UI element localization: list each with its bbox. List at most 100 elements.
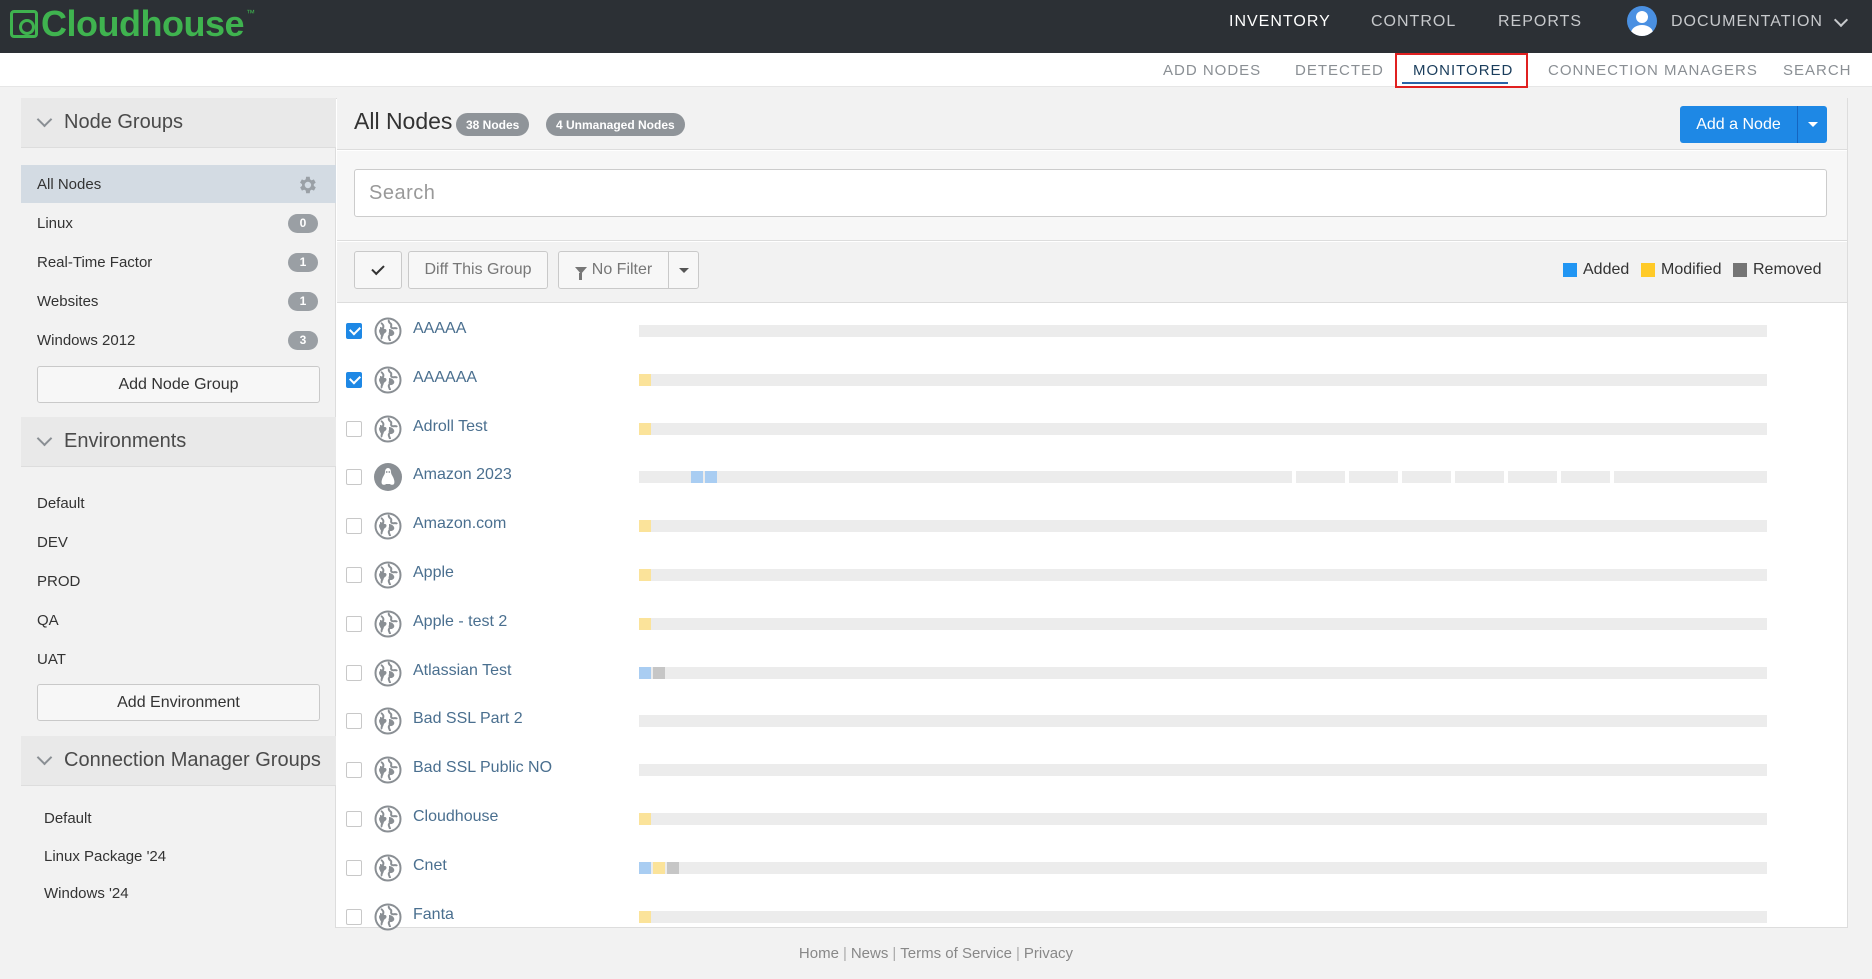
modified-change-marker[interactable] bbox=[653, 861, 665, 874]
cm-group-linux-package-24[interactable]: Linux Package '24 bbox=[21, 837, 336, 875]
node-group-windows-2012[interactable]: Windows 2012 3 bbox=[21, 321, 336, 359]
drift-timeline-bar[interactable] bbox=[639, 373, 1767, 386]
node-checkbox[interactable] bbox=[346, 811, 362, 827]
subnav-search[interactable]: SEARCH bbox=[1783, 53, 1852, 87]
drift-timeline-bar[interactable] bbox=[639, 422, 1767, 435]
unmanaged-nodes-badge[interactable]: 4 Unmanaged Nodes bbox=[546, 113, 685, 136]
subnav-add-nodes[interactable]: ADD NODES bbox=[1163, 53, 1261, 87]
node-name-link[interactable]: Bad SSL Part 2 bbox=[413, 710, 523, 728]
modified-change-marker[interactable] bbox=[639, 520, 651, 533]
node-checkbox[interactable] bbox=[346, 371, 362, 388]
node-checkbox[interactable] bbox=[346, 518, 362, 535]
drift-timeline-bar[interactable] bbox=[639, 569, 1767, 581]
node-name-link[interactable]: Cnet bbox=[413, 857, 447, 875]
node-row[interactable]: Atlassian Test bbox=[337, 648, 1847, 697]
drift-timeline-bar[interactable] bbox=[639, 666, 1767, 679]
added-change-marker[interactable] bbox=[639, 666, 651, 679]
drift-timeline-bar[interactable] bbox=[639, 910, 1767, 923]
node-checkbox[interactable] bbox=[346, 908, 362, 925]
cm-group-windows-24[interactable]: Windows '24 bbox=[21, 874, 336, 912]
node-row[interactable]: Cloudhouse bbox=[337, 794, 1847, 843]
drift-timeline-bar[interactable] bbox=[639, 325, 1767, 337]
no-filter-button[interactable]: No Filter bbox=[558, 251, 669, 289]
node-row[interactable]: Bad SSL Public NO bbox=[337, 745, 1847, 794]
footer-privacy-link[interactable]: Privacy bbox=[1024, 945, 1073, 962]
modified-change-marker[interactable] bbox=[639, 910, 651, 923]
footer-home-link[interactable]: Home bbox=[799, 945, 839, 962]
node-row[interactable]: Amazon 2023 bbox=[337, 452, 1847, 501]
drift-timeline-bar[interactable] bbox=[639, 715, 1767, 728]
subnav-connection-managers[interactable]: CONNECTION MANAGERS bbox=[1548, 53, 1758, 87]
removed-change-marker[interactable] bbox=[653, 666, 665, 679]
modified-change-marker[interactable] bbox=[639, 373, 651, 386]
removed-change-marker[interactable] bbox=[667, 861, 679, 874]
node-checkbox[interactable] bbox=[346, 615, 362, 632]
node-row[interactable]: Apple - test 2 bbox=[337, 599, 1847, 648]
modified-change-marker[interactable] bbox=[639, 569, 651, 581]
add-node-dropdown-icon[interactable] bbox=[1797, 106, 1827, 143]
drift-timeline-bar[interactable] bbox=[639, 764, 1767, 777]
node-row[interactable]: Adroll Test bbox=[337, 404, 1847, 453]
node-groups-header[interactable]: Node Groups bbox=[21, 98, 336, 148]
nav-inventory[interactable]: INVENTORY bbox=[1229, 0, 1331, 44]
environment-default[interactable]: Default bbox=[21, 484, 336, 522]
node-checkbox[interactable] bbox=[346, 469, 362, 486]
connection-manager-groups-header[interactable]: Connection Manager Groups bbox=[21, 736, 336, 786]
node-group-all-nodes[interactable]: All Nodes bbox=[21, 165, 336, 203]
node-name-link[interactable]: Atlassian Test bbox=[413, 662, 511, 680]
drift-timeline-bar[interactable] bbox=[639, 861, 1767, 874]
node-name-link[interactable]: Amazon 2023 bbox=[413, 466, 512, 484]
drift-timeline-bar[interactable] bbox=[639, 471, 1767, 484]
modified-change-marker[interactable] bbox=[639, 617, 651, 630]
node-checkbox[interactable] bbox=[346, 420, 362, 437]
filter-dropdown-button[interactable] bbox=[668, 251, 699, 289]
node-checkbox[interactable] bbox=[346, 567, 362, 583]
environment-prod[interactable]: PROD bbox=[21, 562, 336, 600]
node-name-link[interactable]: Amazon.com bbox=[413, 515, 506, 533]
node-row[interactable]: Amazon.com bbox=[337, 501, 1847, 550]
drift-timeline-bar[interactable] bbox=[639, 520, 1767, 533]
node-row[interactable]: Fanta bbox=[337, 892, 1847, 941]
drift-timeline-bar[interactable] bbox=[639, 813, 1767, 825]
added-change-marker[interactable] bbox=[705, 471, 717, 484]
added-change-marker[interactable] bbox=[639, 861, 651, 874]
node-row[interactable]: AAAAAA bbox=[337, 355, 1847, 404]
environment-dev[interactable]: DEV bbox=[21, 523, 336, 561]
subnav-detected[interactable]: DETECTED bbox=[1295, 53, 1384, 87]
environment-uat[interactable]: UAT bbox=[21, 640, 336, 678]
drift-timeline-bar[interactable] bbox=[639, 617, 1767, 630]
node-group-linux[interactable]: Linux 0 bbox=[21, 204, 336, 242]
node-name-link[interactable]: Bad SSL Public NO bbox=[413, 759, 552, 777]
cloudhouse-logo[interactable]: Cloudhouse ™ bbox=[10, 2, 255, 46]
node-row[interactable]: AAAAA bbox=[337, 306, 1847, 355]
environment-qa[interactable]: QA bbox=[21, 601, 336, 639]
node-checkbox[interactable] bbox=[346, 713, 362, 730]
nav-documentation[interactable]: DOCUMENTATION bbox=[1671, 0, 1823, 44]
node-row[interactable]: Apple bbox=[337, 550, 1847, 599]
modified-change-marker[interactable] bbox=[639, 813, 651, 825]
environments-header[interactable]: Environments bbox=[21, 417, 336, 467]
node-row[interactable]: Cnet bbox=[337, 843, 1847, 892]
node-name-link[interactable]: Apple - test 2 bbox=[413, 613, 507, 631]
node-name-link[interactable]: Adroll Test bbox=[413, 418, 487, 436]
cm-group-default[interactable]: Default bbox=[21, 799, 336, 837]
node-name-link[interactable]: Apple bbox=[413, 564, 454, 582]
add-node-group-button[interactable]: Add Node Group bbox=[37, 366, 320, 403]
modified-change-marker[interactable] bbox=[639, 422, 651, 435]
select-all-button[interactable] bbox=[354, 251, 402, 289]
added-change-marker[interactable] bbox=[691, 471, 703, 484]
node-checkbox[interactable] bbox=[346, 762, 362, 779]
node-name-link[interactable]: Cloudhouse bbox=[413, 808, 498, 826]
user-avatar-icon[interactable] bbox=[1627, 6, 1657, 36]
node-group-real-time-factor[interactable]: Real-Time Factor 1 bbox=[21, 243, 336, 281]
add-environment-button[interactable]: Add Environment bbox=[37, 684, 320, 721]
gear-icon[interactable] bbox=[296, 174, 318, 196]
add-node-button[interactable]: Add a Node bbox=[1680, 116, 1797, 134]
footer-terms-link[interactable]: Terms of Service bbox=[900, 945, 1012, 962]
nav-reports[interactable]: REPORTS bbox=[1498, 0, 1582, 44]
search-input[interactable] bbox=[354, 169, 1827, 217]
chevron-down-icon[interactable] bbox=[1833, 12, 1849, 28]
node-name-link[interactable]: AAAAA bbox=[413, 320, 466, 338]
footer-news-link[interactable]: News bbox=[851, 945, 889, 962]
node-row[interactable]: Bad SSL Part 2 bbox=[337, 696, 1847, 745]
